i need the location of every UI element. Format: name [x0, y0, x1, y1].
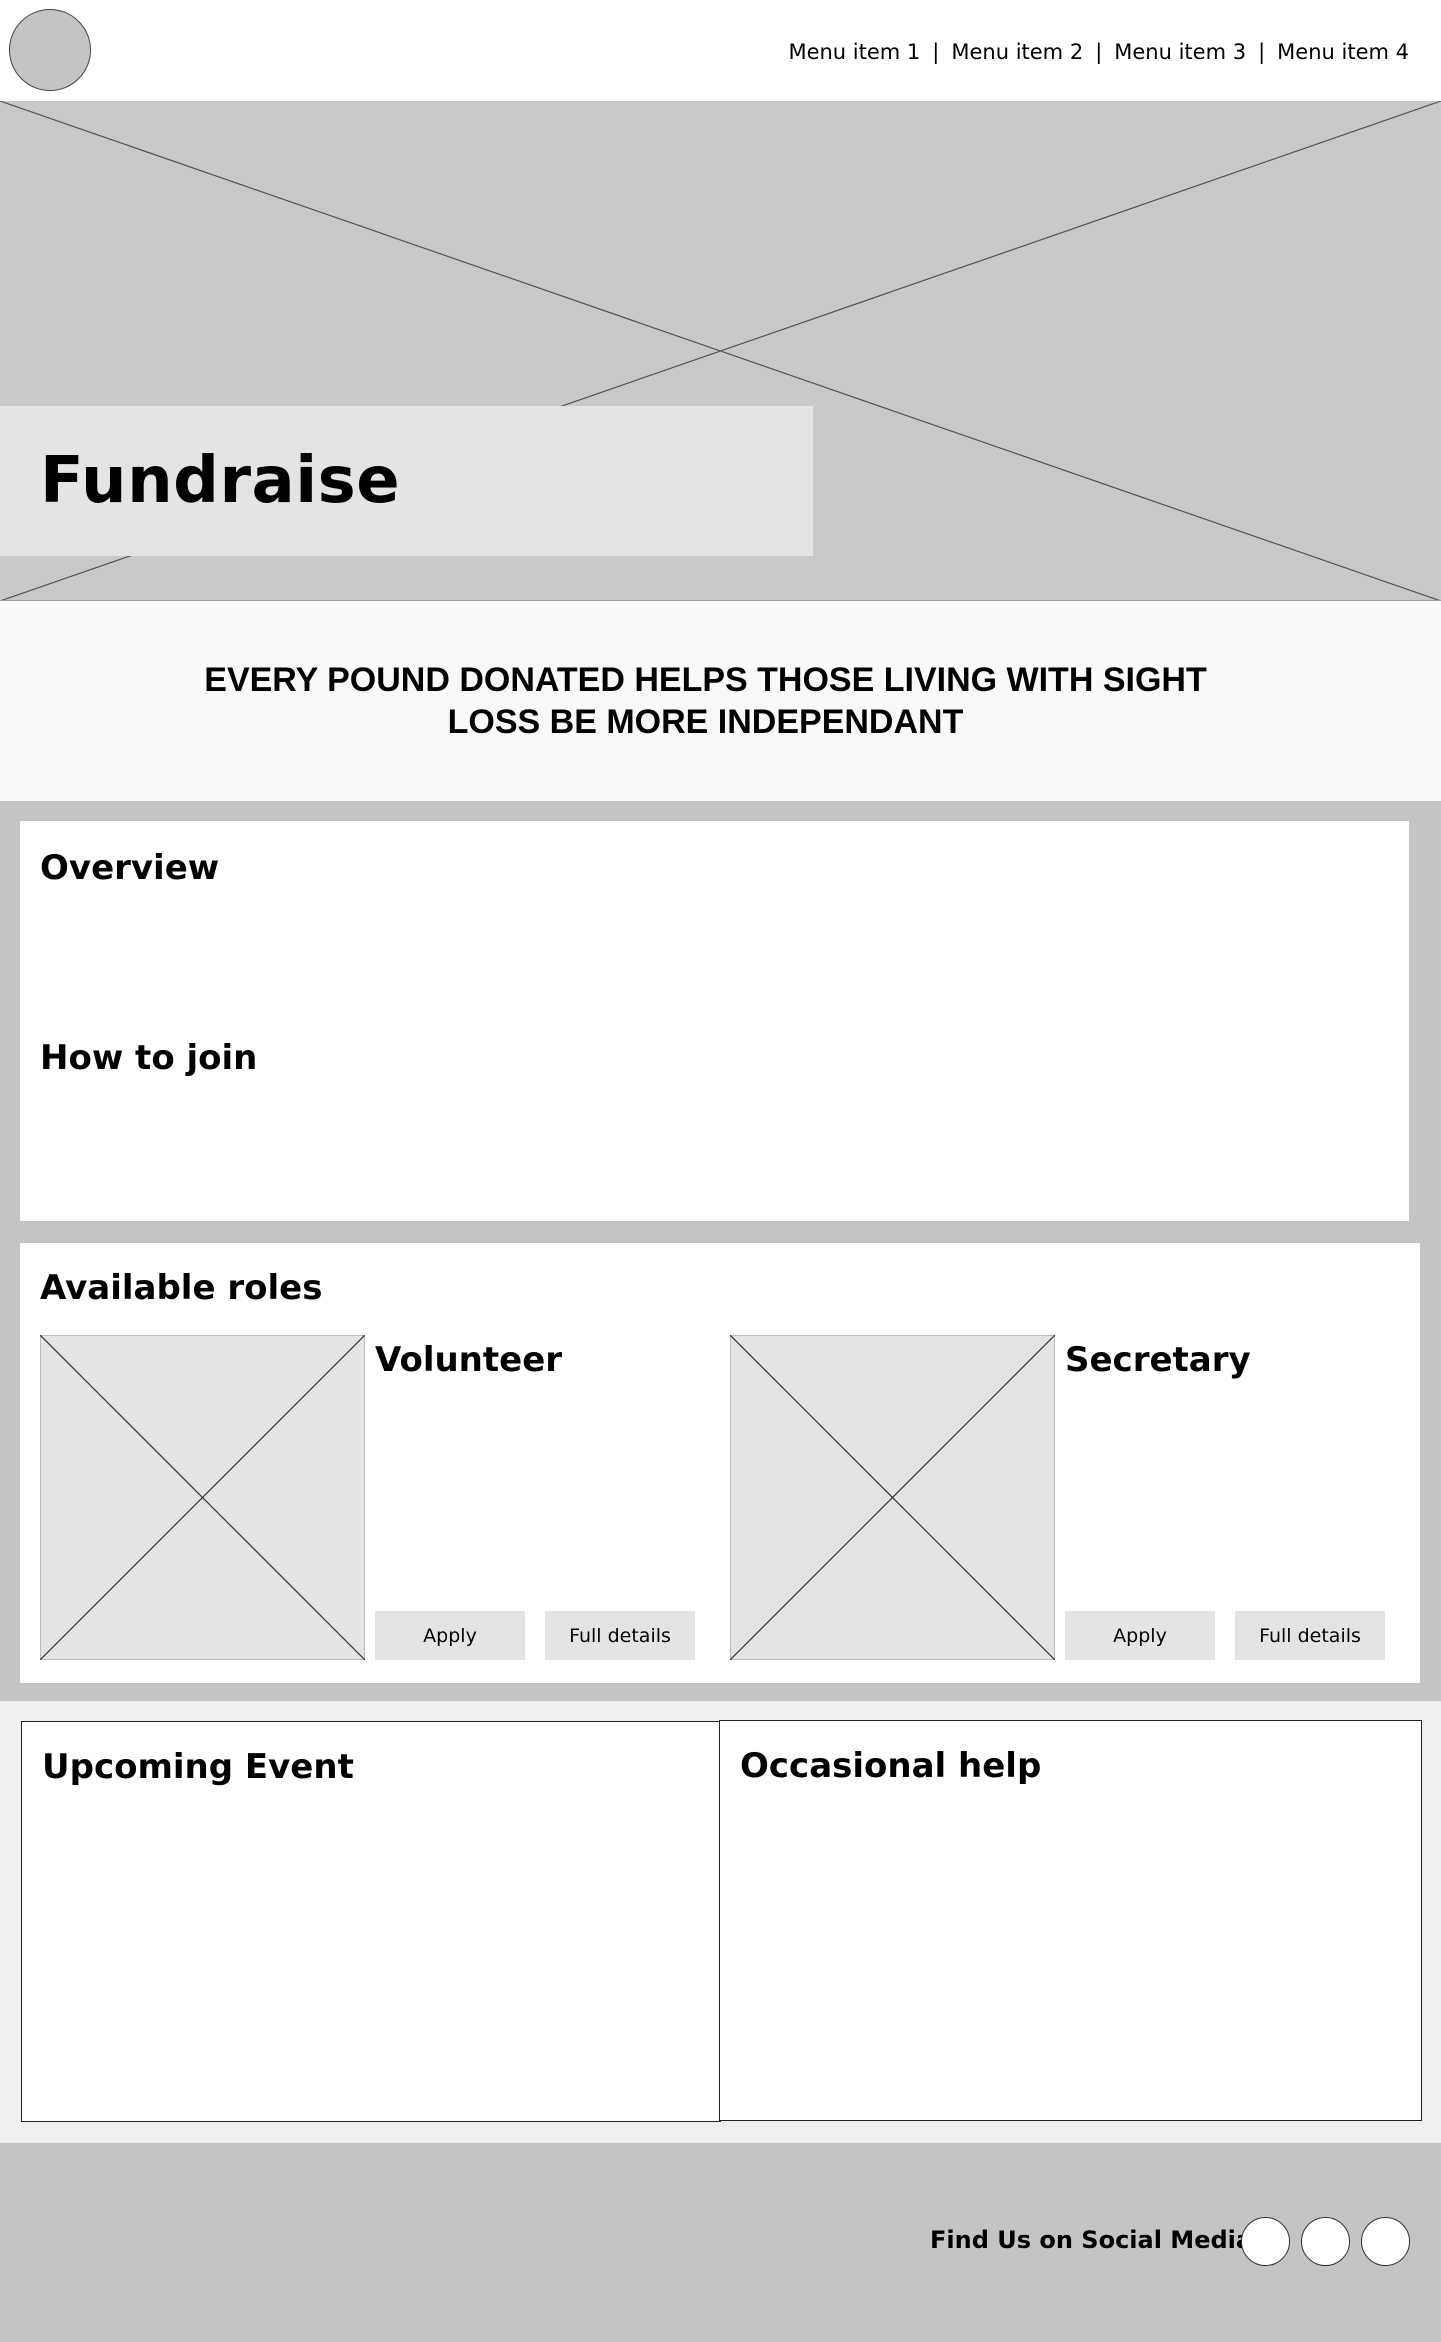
upcoming-event-box: Upcoming Event — [21, 1721, 721, 2122]
page-title: Fundraise — [40, 444, 401, 518]
how-to-join-heading: How to join — [40, 1038, 258, 1078]
social-icon-2[interactable] — [1301, 2217, 1350, 2266]
social-label: Find Us on Social Media — [930, 2226, 1253, 2254]
occasional-help-heading: Occasional help — [740, 1746, 1042, 1786]
image-placeholder-icon — [40, 1335, 365, 1660]
nav-item-3[interactable]: Menu item 3 — [1114, 40, 1246, 64]
tagline-line-1: EVERY POUND DONATED HELPS THOSE LIVING W… — [204, 661, 1207, 699]
tagline: EVERY POUND DONATED HELPS THOSE LIVING W… — [0, 659, 1411, 743]
social-icon-1[interactable] — [1241, 2217, 1290, 2266]
apply-button-volunteer[interactable]: Apply — [375, 1611, 525, 1660]
occasional-help-box: Occasional help — [719, 1720, 1422, 2121]
full-details-button-volunteer[interactable]: Full details — [545, 1611, 695, 1660]
nav-separator: | — [932, 40, 940, 64]
hero-banner: Fundraise — [0, 101, 1441, 601]
overview-heading: Overview — [40, 848, 220, 888]
nav-separator: | — [1095, 40, 1103, 64]
overview-panel — [20, 821, 1409, 1221]
nav-item-2[interactable]: Menu item 2 — [951, 40, 1083, 64]
main-nav: Menu item 1 | Menu item 2 | Menu item 3 … — [788, 40, 1409, 64]
available-roles-heading: Available roles — [40, 1268, 323, 1308]
role-image-secretary — [730, 1335, 1055, 1660]
apply-button-secretary[interactable]: Apply — [1065, 1611, 1215, 1660]
full-details-button-secretary[interactable]: Full details — [1235, 1611, 1385, 1660]
role-title-secretary: Secretary — [1065, 1340, 1251, 1380]
hero-title-box: Fundraise — [0, 406, 813, 556]
site-header: Menu item 1 | Menu item 2 | Menu item 3 … — [0, 0, 1441, 101]
tagline-section: EVERY POUND DONATED HELPS THOSE LIVING W… — [0, 601, 1441, 801]
image-placeholder-icon — [730, 1335, 1055, 1660]
logo-icon[interactable] — [9, 9, 91, 91]
role-title-volunteer: Volunteer — [375, 1340, 563, 1380]
social-icon-3[interactable] — [1361, 2217, 1410, 2266]
nav-separator: | — [1258, 40, 1266, 64]
nav-item-4[interactable]: Menu item 4 — [1277, 40, 1409, 64]
upcoming-event-heading: Upcoming Event — [42, 1747, 354, 1787]
role-image-volunteer — [40, 1335, 365, 1660]
tagline-line-2: LOSS BE MORE INDEPENDANT — [447, 703, 964, 741]
nav-item-1[interactable]: Menu item 1 — [788, 40, 920, 64]
